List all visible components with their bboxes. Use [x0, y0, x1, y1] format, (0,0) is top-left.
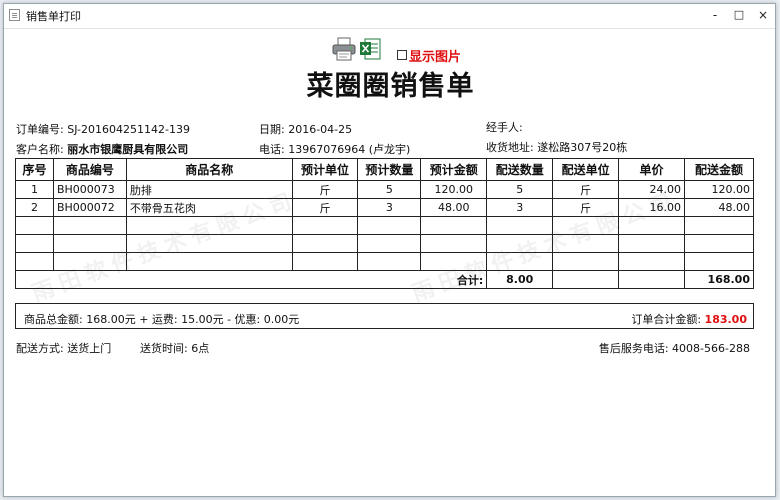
table-total-row: 合计: 8.00 168.00	[14, 270, 755, 289]
table-row-empty	[15, 234, 755, 253]
table-cell: 48.00	[420, 198, 488, 217]
address-label: 收货地址:	[486, 141, 534, 154]
total-label: 合计:	[14, 270, 488, 289]
document-title: 菜圈圈销售单	[306, 71, 475, 102]
total-amount: 168.00	[683, 270, 755, 289]
table-cell: 3	[486, 198, 554, 217]
table-cell: 不带骨五花肉	[125, 198, 293, 217]
table-cell: 5	[357, 180, 422, 199]
document-icon	[9, 9, 20, 21]
maximize-button[interactable]: □	[730, 7, 748, 23]
title-bar[interactable]: 销售单打印 - □ ×	[4, 4, 775, 29]
delivery-method: 配送方式: 送货上门	[16, 342, 112, 355]
date-label: 日期:	[259, 123, 285, 136]
table-row: 2 BH000072 不带骨五花肉 斤 3 48.00 3 斤 16.00 48…	[15, 198, 755, 217]
table-cell: 斤	[552, 198, 620, 217]
column-header: 序号	[15, 158, 54, 181]
order-number-label: 订单编号:	[16, 123, 64, 136]
column-header: 配送单位	[552, 158, 620, 181]
column-header: 商品编号	[52, 158, 127, 181]
order-total-label: 订单合计金额:	[631, 313, 702, 326]
column-header: 配送金额	[683, 158, 755, 181]
column-header: 商品名称	[125, 158, 293, 181]
table-cell: 1	[15, 180, 54, 199]
table-cell: 24.00	[618, 180, 685, 199]
handler-label: 经手人:	[486, 121, 523, 134]
service-phone: 售后服务电话: 4008-566-288	[598, 342, 750, 355]
address-value: 遂松路307号20栋	[537, 141, 628, 154]
minimize-button[interactable]: -	[706, 7, 724, 23]
table-cell: BH000072	[52, 198, 127, 217]
table-row-empty	[15, 252, 755, 271]
address-field: 收货地址: 遂松路307号20栋	[486, 139, 627, 155]
table-cell: 肋排	[125, 180, 293, 199]
close-button[interactable]: ×	[754, 7, 772, 23]
phone-label: 电话:	[259, 143, 285, 156]
table-cell: 斤	[291, 180, 359, 199]
sales-items-table: 序号 商品编号 商品名称 预计单位 预计数量 预计金额 配送数量 配送单位 单价…	[14, 158, 755, 289]
column-header: 配送数量	[486, 158, 554, 181]
column-header: 预计金额	[420, 158, 488, 181]
order-total-value: 183.00	[704, 313, 747, 326]
table-cell: 2	[15, 198, 54, 217]
order-number-field: 订单编号: SJ-201604251142-139	[16, 121, 190, 137]
excel-icon[interactable]	[359, 37, 381, 61]
order-summary-box: 商品总金额: 168.00元 + 运费: 15.00元 - 优惠: 0.00元 …	[15, 303, 754, 329]
column-header: 单价	[618, 158, 685, 181]
customer-label: 客户名称:	[16, 143, 64, 156]
printer-icon[interactable]	[331, 37, 357, 61]
date-value: 2016-04-25	[288, 123, 353, 136]
table-cell: 48.00	[683, 198, 755, 217]
date-field: 日期: 2016-04-25	[259, 121, 352, 137]
table-cell: 斤	[552, 180, 620, 199]
print-dialog-window: 销售单打印 - □ × 雨田软件技术有限公司 雨田软件技术有限公司 显示图片 菜…	[3, 3, 776, 497]
window-title: 销售单打印	[26, 10, 81, 23]
show-images-checkbox[interactable]	[397, 50, 407, 60]
delivery-time: 送货时间: 6点	[140, 342, 210, 355]
handler-field: 经手人:	[486, 119, 523, 135]
table-cell: 120.00	[683, 180, 755, 199]
table-header-row: 序号 商品编号 商品名称 预计单位 预计数量 预计金额 配送数量 配送单位 单价…	[15, 158, 755, 181]
show-images-label[interactable]: 显示图片	[409, 46, 461, 65]
customer-field: 客户名称: 丽水市银鹰厨具有限公司	[16, 141, 188, 157]
customer-value: 丽水市银鹰厨具有限公司	[67, 143, 189, 156]
phone-value: 13967076964 (卢龙宇)	[288, 143, 411, 156]
table-cell: 斤	[291, 198, 359, 217]
column-header: 预计单位	[291, 158, 359, 181]
column-header: 预计数量	[357, 158, 422, 181]
order-total-field: 订单合计金额: 183.00	[631, 311, 747, 327]
goods-total-summary: 商品总金额: 168.00元 + 运费: 15.00元 - 优惠: 0.00元	[24, 313, 300, 326]
phone-field: 电话: 13967076964 (卢龙宇)	[259, 141, 410, 157]
table-cell: 3	[357, 198, 422, 217]
table-cell: 16.00	[618, 198, 685, 217]
table-cell: 120.00	[420, 180, 488, 199]
order-number-value: SJ-201604251142-139	[67, 123, 190, 136]
table-cell: BH000073	[52, 180, 127, 199]
total-quantity: 8.00	[486, 270, 554, 289]
table-row: 1 BH000073 肋排 斤 5 120.00 5 斤 24.00 120.0…	[15, 180, 755, 199]
table-cell: 5	[486, 180, 554, 199]
table-row-empty	[15, 216, 755, 235]
